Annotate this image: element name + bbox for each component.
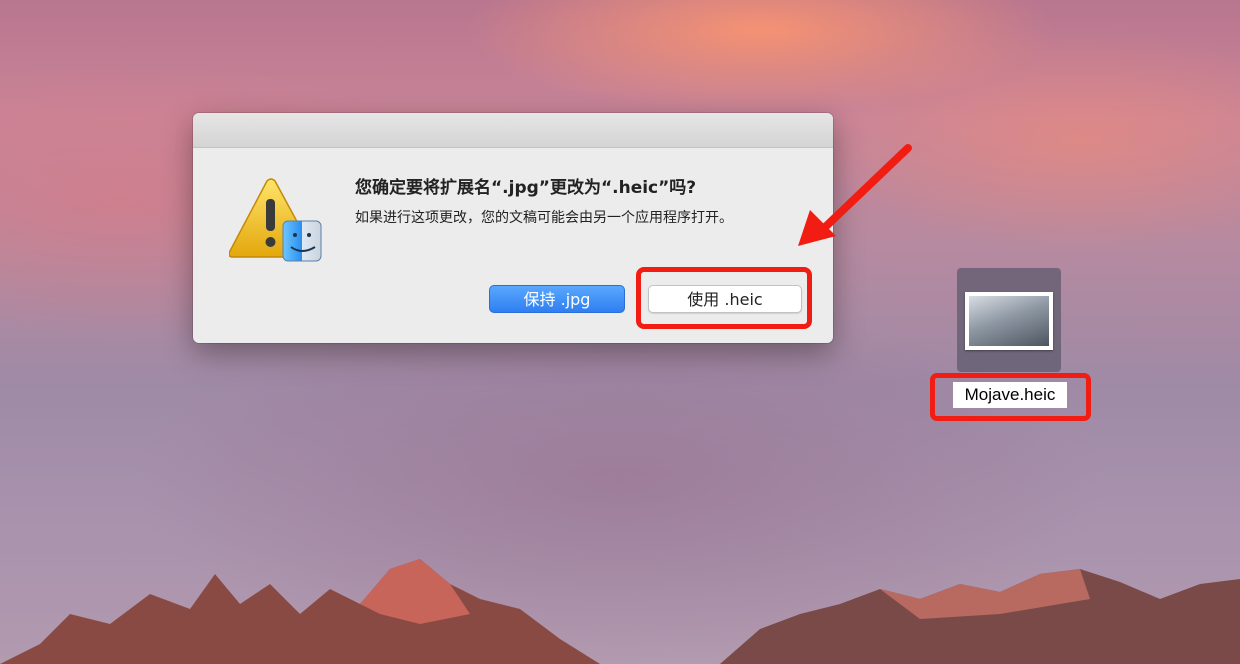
red-arrow-annotation [798, 144, 912, 246]
keep-jpg-button[interactable]: 保持 .jpg [489, 285, 625, 313]
dialog-titlebar [193, 113, 833, 148]
file-icon-selection[interactable] [957, 268, 1061, 372]
dialog-message: 如果进行这项更改，您的文稿可能会由另一个应用程序打开。 [355, 210, 733, 226]
mountains-wallpaper [0, 559, 1240, 664]
dialog-title: 您确定要将扩展名“.jpg”更改为“.heic”吗? [355, 178, 697, 198]
use-button-highlight [636, 267, 812, 329]
image-file-icon [965, 292, 1053, 350]
image-thumbnail [969, 296, 1049, 346]
warning-finder-icon [229, 178, 322, 262]
file-name-highlight [930, 373, 1091, 421]
